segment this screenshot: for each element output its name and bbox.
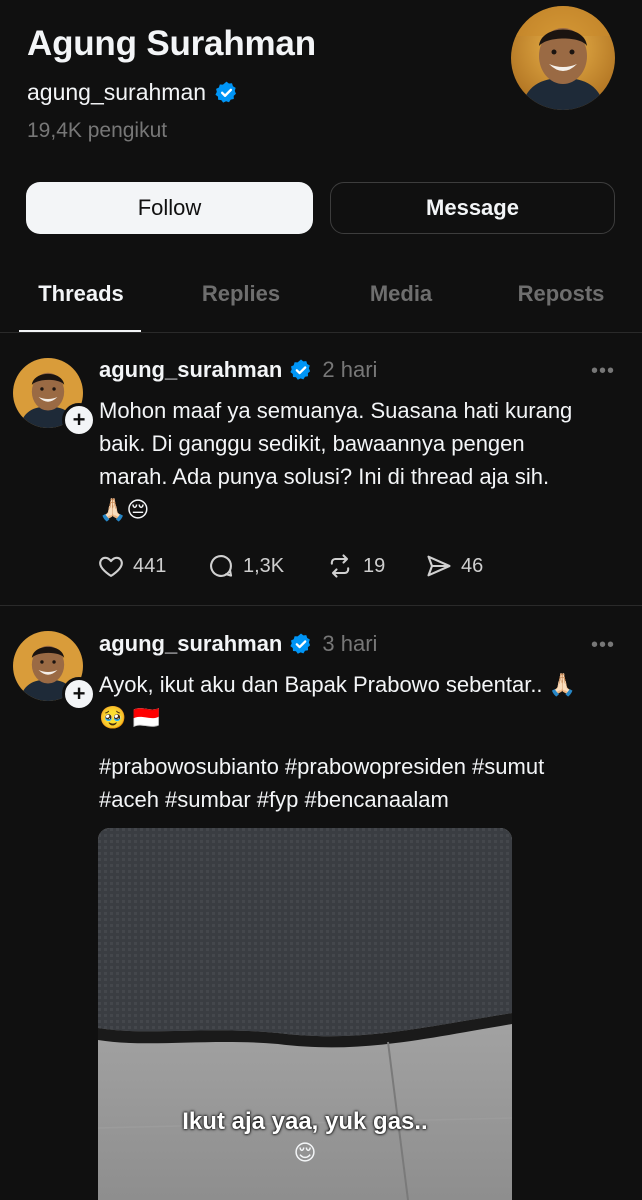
post-header: agung_surahman 2 hari	[99, 357, 377, 383]
video-caption-emoji: 😌	[293, 1140, 317, 1165]
verified-badge-icon	[290, 359, 311, 380]
share-count: 46	[461, 554, 484, 577]
post-text-line: marah. Ada punya solusi? Ini di thread a…	[99, 464, 550, 489]
post-text: Mohon maaf ya semuanya. Suasana hati kur…	[99, 394, 624, 526]
profile-tabs: Threads Replies Media Reposts	[0, 262, 642, 333]
repost-count: 19	[363, 554, 386, 577]
repost-button[interactable]: 19	[325, 552, 425, 580]
tab-threads[interactable]: Threads	[38, 281, 124, 307]
post-text: Ayok, ikut aku dan Bapak Prabowo sebenta…	[99, 668, 624, 816]
profile-name: Agung Surahman	[27, 24, 316, 63]
reply-count: 1,3K	[243, 554, 285, 577]
post-divider	[0, 605, 642, 606]
active-tab-indicator	[19, 330, 141, 332]
post-text-line: 🙏🏻😔	[99, 497, 150, 522]
reply-button[interactable]: 1,3K	[207, 552, 325, 580]
profile-handle: agung_surahman	[27, 79, 207, 105]
send-icon	[427, 555, 451, 577]
follow-plus-icon[interactable]: +	[62, 677, 96, 711]
post-text-line: Ayok, ikut aku dan Bapak Prabowo sebenta…	[99, 672, 577, 697]
more-options-icon[interactable]: •••	[591, 360, 615, 383]
heart-icon	[99, 556, 123, 577]
post-hashtags[interactable]: #aceh #sumbar #fyp #bencanaalam	[99, 783, 624, 816]
followers-count[interactable]: 19,4K pengikut	[27, 119, 167, 143]
tab-replies[interactable]: Replies	[202, 281, 280, 307]
post-text-spacer	[99, 734, 624, 750]
tab-reposts[interactable]: Reposts	[518, 281, 605, 307]
post-text-line: 🥹 🇮🇩	[99, 705, 160, 730]
repost-icon	[330, 554, 350, 578]
verified-badge-icon	[290, 633, 311, 654]
verified-badge-icon	[215, 81, 237, 103]
post-username[interactable]: agung_surahman	[99, 357, 282, 383]
post-timestamp: 3 hari	[322, 631, 378, 656]
post-text-line: baik. Di ganggu sedikit, bawaannya penge…	[99, 431, 525, 456]
like-count: 441	[133, 554, 167, 577]
handle-row: agung_surahman	[27, 79, 239, 106]
video-caption: Ikut aja yaa, yuk gas..	[182, 1108, 428, 1135]
follow-button[interactable]: Follow	[26, 182, 313, 234]
like-button[interactable]: 441	[97, 552, 207, 580]
profile-photo	[511, 6, 615, 110]
post-actions: 441 1,3K 19 46	[97, 552, 525, 580]
post-header: agung_surahman 3 hari	[99, 631, 377, 657]
post-hashtags[interactable]: #prabowosubianto #prabowopresiden #sumut	[99, 750, 624, 783]
tab-media[interactable]: Media	[370, 281, 432, 307]
message-button[interactable]: Message	[330, 182, 615, 234]
post-username[interactable]: agung_surahman	[99, 631, 282, 657]
comment-icon	[210, 555, 233, 577]
profile-avatar[interactable]	[511, 6, 615, 110]
share-button[interactable]: 46	[425, 552, 525, 580]
follow-plus-icon[interactable]: +	[62, 403, 96, 437]
post-text-line: Mohon maaf ya semuanya. Suasana hati kur…	[99, 398, 573, 423]
post-timestamp: 2 hari	[322, 357, 378, 382]
more-options-icon[interactable]: •••	[591, 634, 615, 657]
